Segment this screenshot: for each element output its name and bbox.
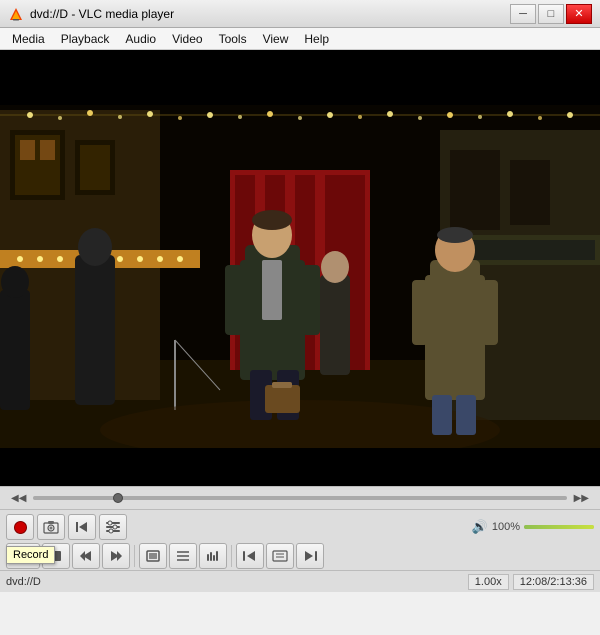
volume-slider[interactable] [524,520,594,534]
menu-playback[interactable]: Playback [53,30,118,48]
window-title: dvd://D - VLC media player [30,7,174,21]
menu-tools[interactable]: Tools [211,30,255,48]
prev-button[interactable] [72,543,100,569]
volume-area: 🔊 100% [472,519,594,535]
equalizer-icon [206,550,220,562]
record-tooltip: Record [6,546,55,564]
next-icon [109,550,123,562]
title-bar-left: dvd://D - VLC media player [8,6,174,22]
seek-thumb[interactable] [113,493,123,503]
seek-backward-button[interactable]: ◀◀ [8,493,29,504]
record-tooltip-container: Record [6,514,34,540]
extended-icon [105,520,121,534]
dvd-next-button[interactable] [296,543,324,569]
controls-row2 [6,543,594,569]
menu-view[interactable]: View [255,30,297,48]
dvd-prev-button[interactable] [236,543,264,569]
title-bar: dvd://D - VLC media player ─ □ ✕ [0,0,600,28]
snapshot-button[interactable] [37,514,65,540]
record-button[interactable] [6,514,34,540]
camera-icon [43,520,59,534]
volume-percent: 100% [492,521,520,533]
playlist-icon [176,550,190,562]
status-time: 12:08/2:13:36 [513,574,594,590]
vlc-icon [8,6,24,22]
controls-row1: Record [6,514,594,540]
chapter-prev-icon [75,521,89,533]
video-area[interactable] [0,50,600,486]
seek-track[interactable] [33,496,566,500]
status-speed: 1.00x [468,574,509,590]
playlist-toggle-button[interactable] [169,543,197,569]
title-bar-controls: ─ □ ✕ [510,4,592,24]
minimize-button[interactable]: ─ [510,4,536,24]
close-button[interactable]: ✕ [566,4,592,24]
video-scene [0,50,600,486]
next-button[interactable] [102,543,130,569]
menu-video[interactable]: Video [164,30,210,48]
dvd-prev-icon [242,550,258,562]
record-dot-icon [14,521,27,534]
seek-bar: ◀◀ ▶▶ [0,486,600,510]
menu-help[interactable]: Help [296,30,337,48]
dvd-menu-button[interactable] [266,543,294,569]
menu-audio[interactable]: Audio [117,30,164,48]
seek-forward-button[interactable]: ▶▶ [571,493,592,504]
equalizer-button[interactable] [199,543,227,569]
fullscreen-icon [146,550,160,562]
separator2 [231,545,232,567]
separator1 [134,545,135,567]
status-bar: dvd://D 1.00x 12:08/2:13:36 [0,570,600,592]
volume-track [524,525,594,529]
menu-bar: Media Playback Audio Video Tools View He… [0,28,600,50]
menu-media[interactable]: Media [4,30,53,48]
extended-settings-button[interactable] [99,514,127,540]
fullscreen-button[interactable] [139,543,167,569]
controls-area: Record [0,510,600,570]
dvd-menu-icon [272,550,288,562]
volume-fill [524,525,594,529]
prev-icon [79,550,93,562]
chapter-prev-button[interactable] [68,514,96,540]
volume-icon: 🔊 [472,519,488,535]
maximize-button[interactable]: □ [538,4,564,24]
status-filename: dvd://D [6,576,468,588]
dvd-next-icon [302,550,318,562]
